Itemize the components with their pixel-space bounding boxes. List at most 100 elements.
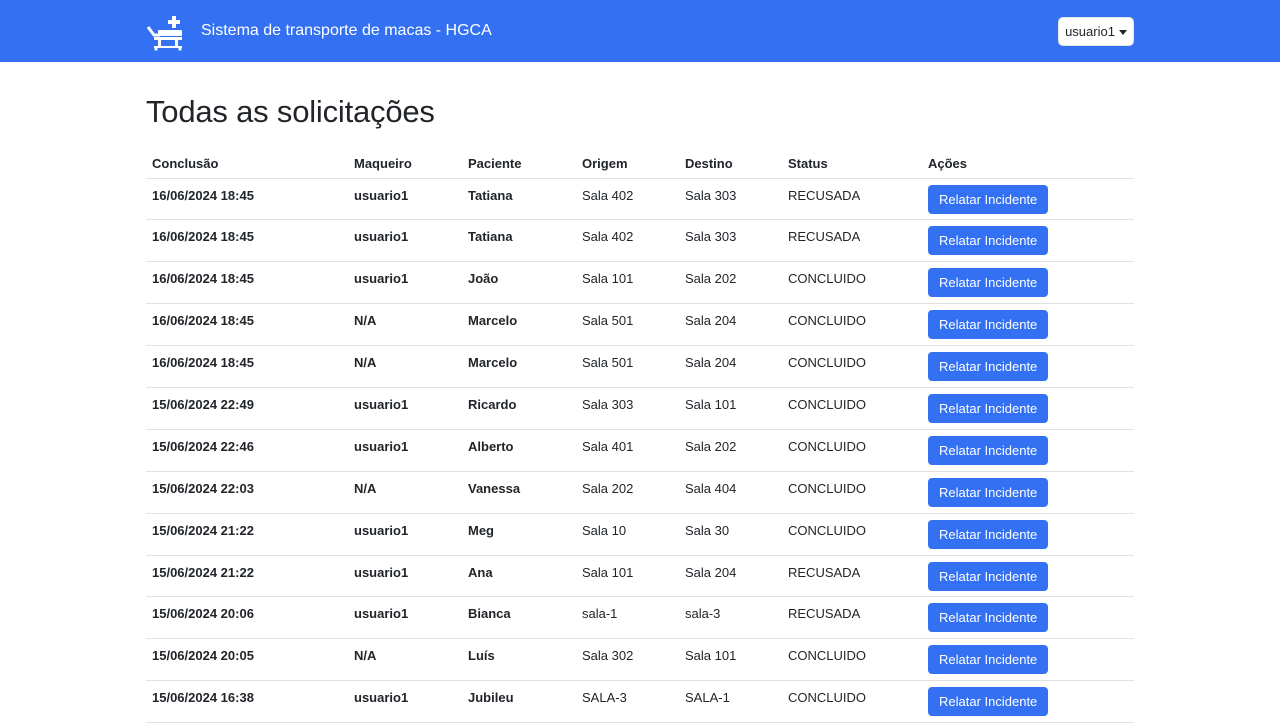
table-row: 16/06/2024 18:45 N/A Marcelo Sala 501 Sala 2… (146, 303, 1134, 347)
cell-maqueiro: N/A (348, 638, 462, 682)
cell-origem: sala-1 (576, 596, 679, 640)
report-incident-button[interactable]: Relatar Incidente (928, 645, 1049, 675)
column-header-conclusao: Conclusão (146, 150, 348, 179)
report-incident-button[interactable]: Relatar Incidente (928, 519, 1049, 549)
table-row: 15/06/2024 16:38 usuario1 Jubileu SALA-3 SAL… (146, 680, 1134, 723)
cell-status: RECUSADA (782, 596, 922, 640)
table-row: 15/06/2024 22:49 usuario1 Ricardo Sala 303 S… (146, 387, 1134, 430)
cell-origem: Sala 501 (576, 345, 679, 388)
cell-conclusao: 15/06/2024 22:49 (146, 387, 348, 430)
report-incident-button[interactable]: Relatar Incidente (928, 603, 1049, 633)
column-header-acoes: Ações (922, 150, 1134, 179)
cell-status: CONCLUIDO (782, 303, 922, 347)
cell-destino: Sala 303 (679, 178, 782, 221)
report-incident-button[interactable]: Relatar Incidente (928, 310, 1049, 340)
cell-conclusao: 15/06/2024 22:03 (146, 471, 348, 514)
top-navbar: Sistema de transporte de macas - HGCA us… (0, 0, 1280, 62)
cell-acoes: Relatar Incidente (922, 429, 1134, 472)
table-row: 16/06/2024 18:45 usuario1 João Sala 101 Sala… (146, 261, 1134, 305)
cell-destino: Sala 204 (679, 345, 782, 388)
column-header-paciente: Paciente (462, 150, 576, 179)
report-incident-button[interactable]: Relatar Incidente (928, 561, 1049, 591)
cell-acoes: Relatar Incidente (922, 596, 1134, 640)
requests-table: Conclusão Maqueiro Paciente Origem Desti… (146, 150, 1134, 723)
cell-status: RECUSADA (782, 555, 922, 598)
cell-origem: Sala 101 (576, 555, 679, 598)
cell-origem: Sala 402 (576, 178, 679, 221)
cell-origem: Sala 10 (576, 513, 679, 556)
cell-conclusao: 16/06/2024 18:45 (146, 178, 348, 221)
cell-acoes: Relatar Incidente (922, 303, 1134, 347)
table-row: 16/06/2024 18:45 usuario1 Tatiana Sala 402 S… (146, 219, 1134, 263)
cell-acoes: Relatar Incidente (922, 471, 1134, 514)
report-incident-button[interactable]: Relatar Incidente (928, 687, 1049, 717)
cell-destino: SALA-1 (679, 680, 782, 723)
cell-origem: Sala 501 (576, 303, 679, 347)
cell-maqueiro: N/A (348, 303, 462, 347)
cell-paciente: Vanessa (462, 471, 576, 514)
cell-destino: Sala 204 (679, 303, 782, 347)
cell-maqueiro: usuario1 (348, 178, 462, 221)
cell-paciente: Ana (462, 555, 576, 598)
cell-conclusao: 16/06/2024 18:45 (146, 345, 348, 388)
cell-origem: SALA-3 (576, 680, 679, 723)
report-incident-button[interactable]: Relatar Incidente (928, 226, 1049, 256)
stretcher-plus-icon[interactable] (146, 15, 184, 51)
cell-paciente: Ricardo (462, 387, 576, 430)
cell-destino: Sala 202 (679, 429, 782, 472)
cell-destino: Sala 404 (679, 471, 782, 514)
user-menu-dropdown[interactable]: usuario1 (1058, 17, 1134, 46)
cell-acoes: Relatar Incidente (922, 219, 1134, 263)
cell-acoes: Relatar Incidente (922, 387, 1134, 430)
cell-maqueiro: N/A (348, 345, 462, 388)
cell-origem: Sala 303 (576, 387, 679, 430)
table-row: 16/06/2024 18:45 N/A Marcelo Sala 501 Sala 2… (146, 345, 1134, 388)
cell-paciente: Marcelo (462, 345, 576, 388)
cell-status: RECUSADA (782, 219, 922, 263)
cell-paciente: Bianca (462, 596, 576, 640)
report-incident-button[interactable]: Relatar Incidente (928, 393, 1049, 423)
cell-status: CONCLUIDO (782, 471, 922, 514)
table-row: 15/06/2024 21:22 usuario1 Meg Sala 10 Sala 3… (146, 513, 1134, 556)
cell-maqueiro: usuario1 (348, 513, 462, 556)
cell-status: CONCLUIDO (782, 429, 922, 472)
report-incident-button[interactable]: Relatar Incidente (928, 268, 1049, 298)
cell-acoes: Relatar Incidente (922, 680, 1134, 723)
cell-maqueiro: N/A (348, 471, 462, 514)
cell-paciente: Jubileu (462, 680, 576, 723)
cell-status: CONCLUIDO (782, 638, 922, 682)
cell-paciente: Tatiana (462, 178, 576, 221)
table-row: 15/06/2024 22:03 N/A Vanessa Sala 202 Sala 4… (146, 471, 1134, 514)
cell-acoes: Relatar Incidente (922, 178, 1134, 221)
table-row: 15/06/2024 20:06 usuario1 Bianca sala-1 sala… (146, 596, 1134, 640)
cell-destino: Sala 204 (679, 555, 782, 598)
report-incident-button[interactable]: Relatar Incidente (928, 184, 1049, 214)
cell-status: CONCLUIDO (782, 680, 922, 723)
cell-status: CONCLUIDO (782, 345, 922, 388)
cell-conclusao: 15/06/2024 20:06 (146, 596, 348, 640)
cell-conclusao: 15/06/2024 22:46 (146, 429, 348, 472)
table-row: 15/06/2024 21:22 usuario1 Ana Sala 101 Sala … (146, 555, 1134, 598)
chevron-down-icon (1118, 29, 1127, 35)
column-header-maqueiro: Maqueiro (348, 150, 462, 179)
cell-status: CONCLUIDO (782, 387, 922, 430)
report-incident-button[interactable]: Relatar Incidente (928, 352, 1049, 382)
report-incident-button[interactable]: Relatar Incidente (928, 435, 1049, 465)
column-header-status: Status (782, 150, 922, 179)
cell-destino: Sala 101 (679, 638, 782, 682)
report-incident-button[interactable]: Relatar Incidente (928, 477, 1049, 507)
cell-origem: Sala 401 (576, 429, 679, 472)
cell-status: RECUSADA (782, 178, 922, 221)
cell-origem: Sala 202 (576, 471, 679, 514)
cell-acoes: Relatar Incidente (922, 513, 1134, 556)
cell-maqueiro: usuario1 (348, 555, 462, 598)
table-body: 16/06/2024 18:45 usuario1 Tatiana Sala 402 S… (146, 178, 1134, 723)
table-header-row: Conclusão Maqueiro Paciente Origem Desti… (146, 150, 1134, 179)
cell-maqueiro: usuario1 (348, 261, 462, 305)
table-row: 15/06/2024 22:46 usuario1 Alberto Sala 401 S… (146, 429, 1134, 472)
table-row: 16/06/2024 18:45 usuario1 Tatiana Sala 402 S… (146, 178, 1134, 221)
cell-maqueiro: usuario1 (348, 680, 462, 723)
app-title[interactable]: Sistema de transporte de macas - HGCA (201, 21, 492, 41)
cell-origem: Sala 302 (576, 638, 679, 682)
cell-status: CONCLUIDO (782, 261, 922, 305)
